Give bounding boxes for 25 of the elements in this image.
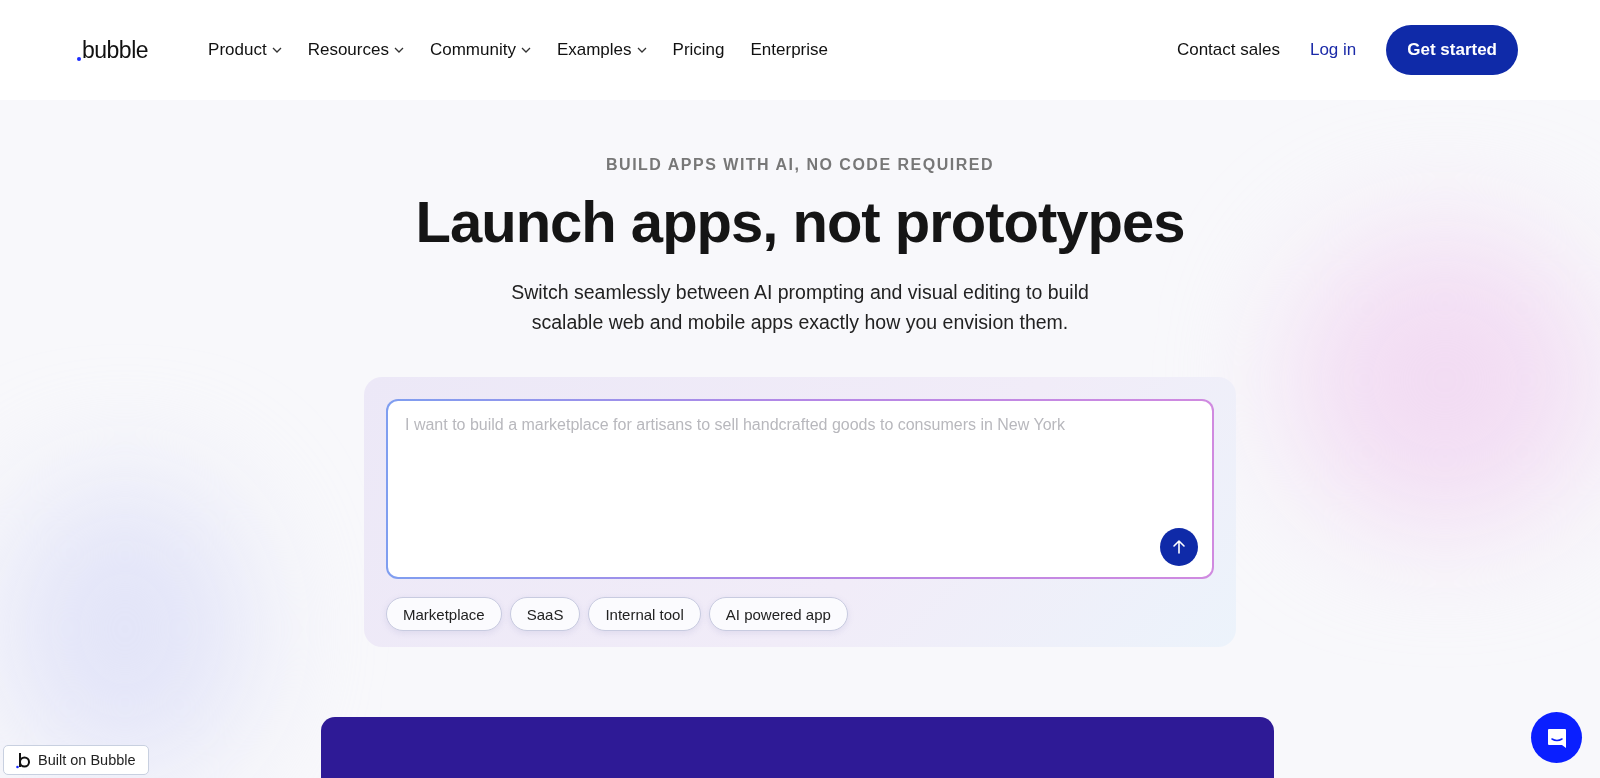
b-logo-icon xyxy=(16,751,31,769)
suggestion-chip[interactable]: SaaS xyxy=(509,597,581,631)
login-link[interactable]: Log in xyxy=(1309,40,1357,60)
chat-button[interactable] xyxy=(1531,712,1582,763)
hero-subtitle: Switch seamlessly between AI prompting and visual editing to build scalable web and mobile apps exactly how you envision them. xyxy=(510,280,1090,335)
badge-text: Built on Bubble xyxy=(38,752,136,768)
suggestion-chip[interactable]: AI powered app xyxy=(708,597,848,631)
nav-link[interactable]: Product xyxy=(208,40,282,60)
nav-link[interactable]: Examples xyxy=(556,40,647,60)
nav-link[interactable]: Resources xyxy=(307,40,404,60)
hero-title: Launch apps, not prototypes xyxy=(415,188,1185,255)
nav-link[interactable]: Pricing xyxy=(672,40,725,60)
get-started-button[interactable]: Get started xyxy=(1386,25,1518,75)
suggestion-chip[interactable]: Internal tool xyxy=(588,597,701,631)
nav-link[interactable]: Community xyxy=(429,40,531,60)
logo[interactable]: bubble xyxy=(82,36,149,64)
prompt-field[interactable]: I want to build a marketplace for artisans to sell handcrafted goods to consumers in New York xyxy=(386,399,1214,579)
contact-sales-link[interactable]: Contact sales xyxy=(1176,40,1280,60)
eyebrow-text: BUILD APPS WITH AI, NO CODE REQUIRED xyxy=(606,156,994,174)
suggestion-chip[interactable]: Marketplace xyxy=(386,597,502,631)
nav-link[interactable]: Enterprise xyxy=(750,40,828,60)
built-on-badge[interactable]: Built on Bubble xyxy=(3,745,149,775)
logo-dot-icon xyxy=(77,56,81,61)
chat-icon xyxy=(1545,726,1568,749)
arrow-up-icon xyxy=(1171,539,1187,555)
